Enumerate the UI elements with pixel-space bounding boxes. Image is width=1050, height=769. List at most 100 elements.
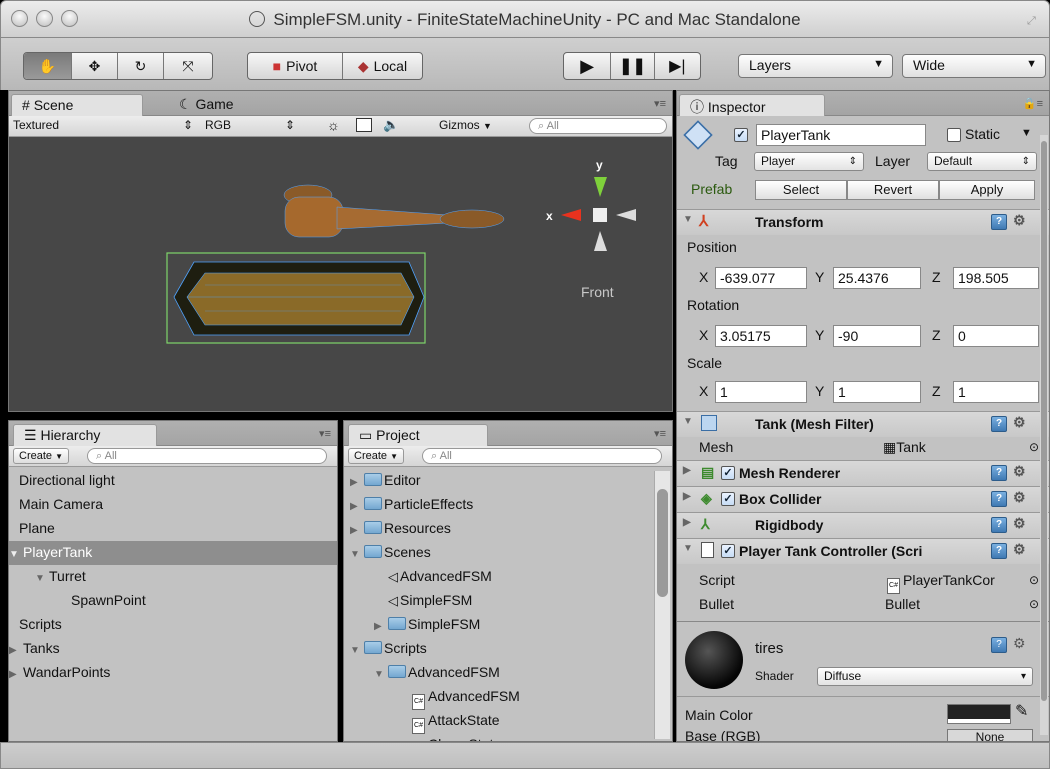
component-header[interactable]: ▶ ⅄ Rigidbody? ⚙	[677, 512, 1049, 538]
object-picker-icon[interactable]: ⊙	[1029, 597, 1039, 611]
mesh-filter-header[interactable]: ▼ Tank (Mesh Filter) ? ⚙	[677, 411, 1049, 437]
hierarchy-item[interactable]: ▼ Turret	[9, 565, 337, 589]
tag-dropdown[interactable]: Player ⇕	[754, 152, 864, 171]
component-enabled-checkbox[interactable]: ✓	[721, 492, 735, 506]
lock-icon[interactable]: 🔒≡	[1023, 97, 1043, 110]
transform-header[interactable]: ▼ ⅄ Transform ? ⚙	[677, 209, 1049, 235]
collapsed-triangle-icon[interactable]: ▶	[350, 520, 364, 542]
prefab-revert-button[interactable]: Revert	[847, 180, 939, 200]
gear-icon[interactable]: ⚙	[1013, 635, 1026, 652]
project-item[interactable]: ◁ AdvancedFSM	[344, 565, 650, 589]
shader-dropdown[interactable]: Diffuse ▾	[817, 667, 1033, 686]
audio-toggle-icon[interactable]: 🔈	[383, 117, 399, 133]
fullscreen-icon[interactable]: ⤢	[1027, 15, 1041, 29]
project-item[interactable]: ▶ SimpleFSM	[344, 613, 650, 637]
step-button[interactable]: ▶|	[655, 53, 700, 79]
inspector-scrollbar[interactable]	[1040, 135, 1048, 735]
collapsed-triangle-icon[interactable]: ▶	[9, 640, 23, 662]
object-name-field[interactable]: PlayerTank	[756, 124, 926, 146]
active-checkbox[interactable]: ✓	[734, 128, 748, 142]
panel-menu-icon[interactable]: ▾≡	[654, 97, 666, 110]
rotation-x-field[interactable]: 3.05175	[715, 325, 807, 347]
controller-header[interactable]: ▼ ✓ Player Tank Controller (Scri ? ⚙	[677, 538, 1049, 564]
mesh-value[interactable]: ▦Tank	[883, 439, 926, 456]
layout-dropdown[interactable]: Wide ▼	[902, 54, 1046, 78]
tab-project[interactable]: ▭ Project	[348, 424, 488, 446]
hierarchy-search-input[interactable]: ⌕ All	[87, 448, 327, 464]
help-icon[interactable]: ?	[991, 214, 1007, 230]
controller-enabled-checkbox[interactable]: ✓	[721, 544, 735, 558]
collapsed-triangle-icon[interactable]: ▶	[350, 472, 364, 494]
scrollbar-thumb[interactable]	[1041, 141, 1047, 701]
image-effects-icon[interactable]	[356, 118, 372, 132]
eyedropper-icon[interactable]: ✎	[1015, 701, 1028, 721]
gear-icon[interactable]: ⚙	[1013, 212, 1026, 229]
scale-x-field[interactable]: 1	[715, 381, 807, 403]
hierarchy-item[interactable]: SpawnPoint	[9, 589, 337, 613]
gear-icon[interactable]: ⚙	[1013, 414, 1026, 431]
gizmos-dropdown[interactable]: Gizmos ▼	[439, 118, 492, 132]
project-item[interactable]: C# AttackState	[344, 709, 650, 734]
scale-z-field[interactable]: 1	[953, 381, 1039, 403]
project-item[interactable]: C# AdvancedFSM	[344, 685, 650, 710]
prefab-apply-button[interactable]: Apply	[939, 180, 1035, 200]
object-picker-icon[interactable]: ⊙	[1029, 440, 1039, 454]
move-tool-icon[interactable]: ✥	[72, 53, 118, 79]
render-mode-dropdown[interactable]: Textured ⇕	[13, 118, 199, 132]
local-button[interactable]: ◆ Local	[343, 53, 422, 79]
gear-icon[interactable]: ⚙	[1013, 515, 1026, 532]
foldout-closed-icon[interactable]: ▶	[683, 517, 691, 528]
scene-viewport[interactable]: y x Front	[9, 137, 672, 412]
gear-icon[interactable]: ⚙	[1013, 541, 1026, 558]
project-item[interactable]: ▶ Resources	[344, 517, 650, 541]
foldout-open-icon[interactable]: ▼	[683, 214, 693, 225]
scrollbar-thumb[interactable]	[657, 489, 668, 597]
gear-icon[interactable]: ⚙	[1013, 489, 1026, 506]
hand-tool-icon[interactable]: ✋	[24, 53, 72, 79]
tab-hierarchy[interactable]: ☰ Hierarchy	[13, 424, 157, 446]
project-search-input[interactable]: ⌕ All	[422, 448, 662, 464]
hierarchy-create-button[interactable]: Create ▼	[13, 448, 70, 464]
tab-inspector[interactable]: ⓘ Inspector	[679, 94, 825, 116]
project-item[interactable]: C#ChaseState	[344, 733, 650, 741]
main-color-swatch[interactable]	[947, 704, 1011, 724]
help-icon[interactable]: ?	[991, 517, 1007, 533]
panel-menu-icon[interactable]: ▾≡	[654, 427, 666, 440]
script-value[interactable]: C# PlayerTankCor	[887, 572, 995, 594]
help-icon[interactable]: ?	[991, 543, 1007, 559]
help-icon[interactable]: ?	[991, 637, 1007, 653]
help-icon[interactable]: ?	[991, 491, 1007, 507]
hierarchy-item[interactable]: Main Camera	[9, 493, 337, 517]
position-z-field[interactable]: 198.505	[953, 267, 1039, 289]
static-dropdown-icon[interactable]: ▼	[1021, 127, 1032, 139]
collapsed-triangle-icon[interactable]: ▶	[374, 616, 388, 638]
tab-scene[interactable]: # Scene	[11, 94, 143, 116]
lighting-toggle-icon[interactable]: ☼	[327, 117, 340, 133]
project-create-button[interactable]: Create ▼	[348, 448, 405, 464]
expanded-triangle-icon[interactable]: ▼	[35, 568, 49, 590]
layer-dropdown[interactable]: Default ⇕	[927, 152, 1037, 171]
project-item[interactable]: ▼ Scenes	[344, 541, 650, 565]
play-button[interactable]: ▶	[564, 53, 612, 79]
foldout-open-icon[interactable]: ▼	[683, 416, 693, 427]
collapsed-triangle-icon[interactable]: ▶	[350, 496, 364, 518]
hierarchy-item[interactable]: ▶ Tanks	[9, 637, 337, 661]
hierarchy-item[interactable]: ▶ WandarPoints	[9, 661, 337, 685]
texture-slot[interactable]: None	[947, 729, 1033, 741]
foldout-open-icon[interactable]: ▼	[683, 543, 693, 554]
panel-menu-icon[interactable]: ▾≡	[319, 427, 331, 440]
component-enabled-checkbox[interactable]: ✓	[721, 466, 735, 480]
help-icon[interactable]: ?	[991, 465, 1007, 481]
rotation-z-field[interactable]: 0	[953, 325, 1039, 347]
help-icon[interactable]: ?	[991, 416, 1007, 432]
foldout-closed-icon[interactable]: ▶	[683, 465, 691, 476]
pivot-button[interactable]: ■ Pivot	[248, 53, 343, 79]
tab-game[interactable]: ☾ Game	[169, 94, 259, 116]
project-item[interactable]: ▶ Editor	[344, 469, 650, 493]
project-item[interactable]: ▶ ParticleEffects	[344, 493, 650, 517]
foldout-closed-icon[interactable]: ▶	[683, 491, 691, 502]
component-header[interactable]: ▶ ▤ ✓ Mesh Renderer? ⚙	[677, 460, 1049, 486]
static-checkbox[interactable]	[947, 128, 961, 142]
expanded-triangle-icon[interactable]: ▼	[374, 664, 388, 686]
prefab-select-button[interactable]: Select	[755, 180, 847, 200]
